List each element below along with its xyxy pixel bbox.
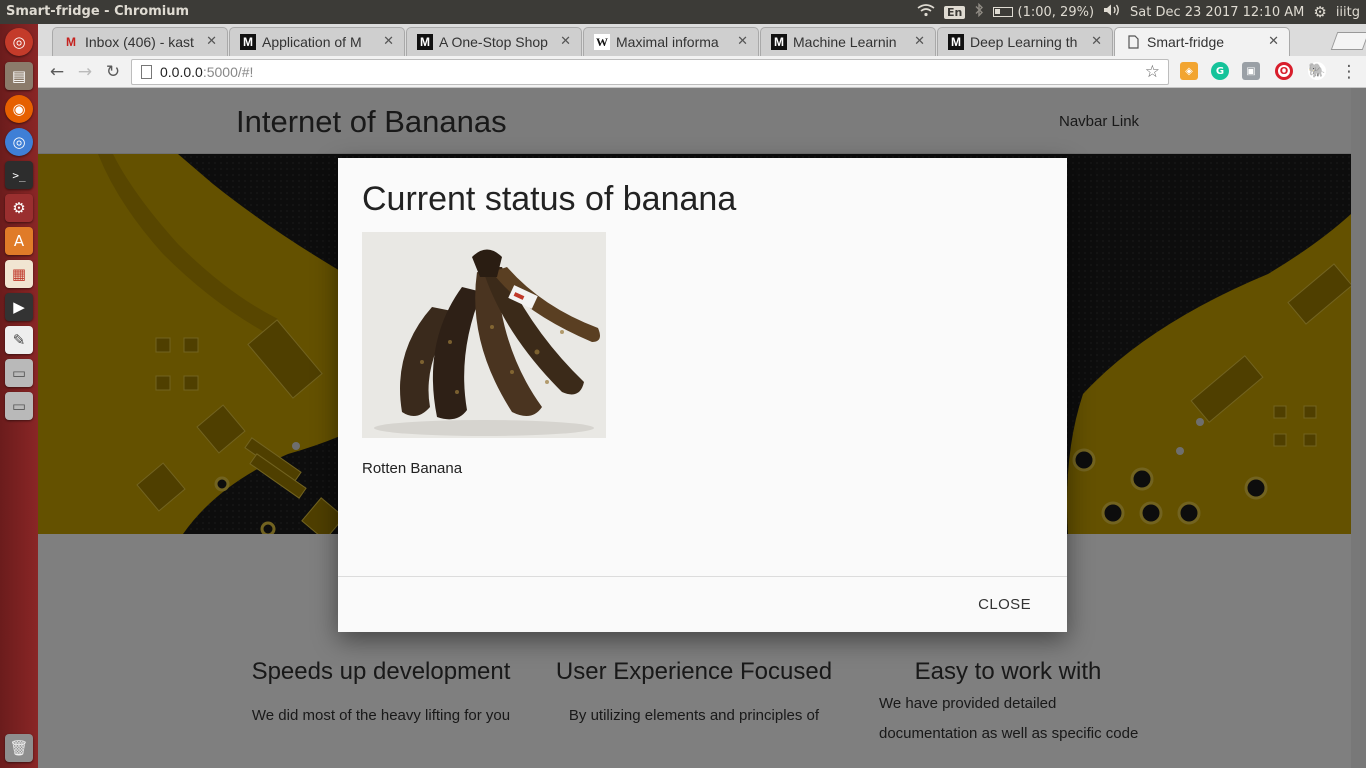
bluetooth-icon[interactable] bbox=[974, 2, 984, 21]
close-icon[interactable]: ✕ bbox=[914, 33, 925, 49]
volume-icon[interactable] bbox=[1103, 3, 1121, 21]
forward-icon[interactable]: → bbox=[74, 61, 96, 83]
close-icon[interactable]: ✕ bbox=[1091, 33, 1102, 49]
keyboard-language-indicator[interactable]: En bbox=[944, 5, 966, 19]
bookmark-star-icon[interactable]: ☆ bbox=[1145, 62, 1160, 82]
tab-label: A One-Stop Shop bbox=[439, 34, 548, 50]
video-icon[interactable]: ▶ bbox=[5, 293, 33, 321]
page-info-icon[interactable] bbox=[141, 65, 152, 79]
browser-toolbar: ← → ↻ 0.0.0.0:5000/#! ☆ ◈ G ▣ O 🐘 ⋮ bbox=[38, 56, 1366, 88]
close-icon[interactable]: ✕ bbox=[1268, 33, 1279, 49]
gear-icon[interactable]: ⚙ bbox=[1313, 3, 1326, 21]
back-icon[interactable]: ← bbox=[46, 61, 68, 83]
tab-smart-fridge[interactable]: Smart-fridge ✕ bbox=[1114, 27, 1290, 56]
tab-label: Smart-fridge bbox=[1147, 34, 1225, 50]
opera-icon[interactable]: O bbox=[1275, 62, 1293, 80]
trash-icon[interactable]: 🗑 bbox=[5, 734, 33, 762]
medium-icon: M bbox=[771, 34, 787, 50]
close-button[interactable]: CLOSE bbox=[978, 596, 1031, 613]
wifi-icon[interactable] bbox=[917, 3, 935, 21]
ubuntu-dash-icon[interactable]: ◎ bbox=[5, 28, 33, 56]
wikipedia-icon: W bbox=[594, 34, 610, 50]
unity-launcher: ◎ ▤ ◉ ◎ >_ ⚙ A ▦ ▶ ✎ ▭ ▭ 🗑 bbox=[0, 24, 38, 768]
system-top-bar: Smart-fridge - Chromium En (1:00, 29%) S… bbox=[0, 0, 1366, 24]
text-editor-icon[interactable]: ✎ bbox=[5, 326, 33, 354]
modal-caption: Rotten Banana bbox=[362, 460, 463, 477]
tab-label: Application of M bbox=[262, 34, 362, 50]
terminal-icon[interactable]: >_ bbox=[5, 161, 33, 189]
modal-footer: CLOSE bbox=[338, 576, 1067, 632]
battery-indicator[interactable]: (1:00, 29%) bbox=[993, 5, 1094, 20]
menu-icon[interactable]: ⋮ bbox=[1338, 61, 1360, 83]
reload-icon[interactable]: ↻ bbox=[102, 61, 124, 83]
tab-label: Deep Learning th bbox=[970, 34, 1078, 50]
banana-status-modal: Current status of banana Rotten Banana C… bbox=[338, 158, 1067, 632]
new-tab-button[interactable] bbox=[1330, 32, 1366, 50]
battery-icon bbox=[993, 7, 1014, 17]
medium-icon: M bbox=[240, 34, 256, 50]
browser-tab-strip: M Inbox (406) - kast ✕ M Application of … bbox=[38, 24, 1366, 56]
tab-gmail[interactable]: M Inbox (406) - kast ✕ bbox=[52, 27, 228, 56]
brave-shield-icon[interactable]: ◈ bbox=[1180, 62, 1198, 80]
address-host: 0.0.0.0 bbox=[160, 64, 203, 80]
address-text[interactable]: 0.0.0.0:5000/#! bbox=[160, 64, 253, 80]
user-name[interactable]: iiitg bbox=[1336, 5, 1360, 20]
close-icon[interactable]: ✕ bbox=[737, 33, 748, 49]
chromium-icon[interactable]: ◎ bbox=[5, 128, 33, 156]
clock[interactable]: Sat Dec 23 2017 12:10 AM bbox=[1130, 5, 1304, 20]
grammarly-icon[interactable]: G bbox=[1211, 62, 1229, 80]
firefox-icon[interactable]: ◉ bbox=[5, 95, 33, 123]
window-title: Smart-fridge - Chromium bbox=[6, 4, 190, 19]
page-icon bbox=[1125, 34, 1141, 50]
tab-label: Maximal informa bbox=[616, 34, 719, 50]
drive-icon[interactable]: ▭ bbox=[5, 359, 33, 387]
settings-icon[interactable]: ⚙ bbox=[5, 194, 33, 222]
tab-label: Machine Learnin bbox=[793, 34, 897, 50]
medium-icon: M bbox=[948, 34, 964, 50]
tab-wikipedia[interactable]: W Maximal informa ✕ bbox=[583, 27, 759, 56]
tab-medium-deep-learning[interactable]: M Deep Learning th ✕ bbox=[937, 27, 1113, 56]
address-path: :5000/#! bbox=[202, 64, 254, 80]
system-indicators: En (1:00, 29%) Sat Dec 23 2017 12:10 AM … bbox=[917, 2, 1360, 21]
medium-icon: M bbox=[417, 34, 433, 50]
extension-icon[interactable]: ▣ bbox=[1242, 62, 1260, 80]
tab-medium-one-stop[interactable]: M A One-Stop Shop ✕ bbox=[406, 27, 582, 56]
tab-medium-machine-learning[interactable]: M Machine Learnin ✕ bbox=[760, 27, 936, 56]
address-bar[interactable]: 0.0.0.0:5000/#! ☆ bbox=[131, 59, 1169, 85]
modal-title: Current status of banana bbox=[362, 180, 737, 218]
evernote-icon[interactable]: 🐘 bbox=[1308, 62, 1326, 80]
tab-label: Inbox (406) - kast bbox=[85, 34, 194, 50]
tab-medium-application[interactable]: M Application of M ✕ bbox=[229, 27, 405, 56]
files-icon[interactable]: ▤ bbox=[5, 62, 33, 90]
battery-text: (1:00, 29%) bbox=[1017, 4, 1095, 20]
close-icon[interactable]: ✕ bbox=[206, 33, 217, 49]
document-viewer-icon[interactable]: ▦ bbox=[5, 260, 33, 288]
close-icon[interactable]: ✕ bbox=[560, 33, 571, 49]
close-icon[interactable]: ✕ bbox=[383, 33, 394, 49]
gmail-icon: M bbox=[66, 35, 76, 49]
drive-icon[interactable]: ▭ bbox=[5, 392, 33, 420]
software-center-icon[interactable]: A bbox=[5, 227, 33, 255]
banana-photo bbox=[362, 232, 606, 438]
